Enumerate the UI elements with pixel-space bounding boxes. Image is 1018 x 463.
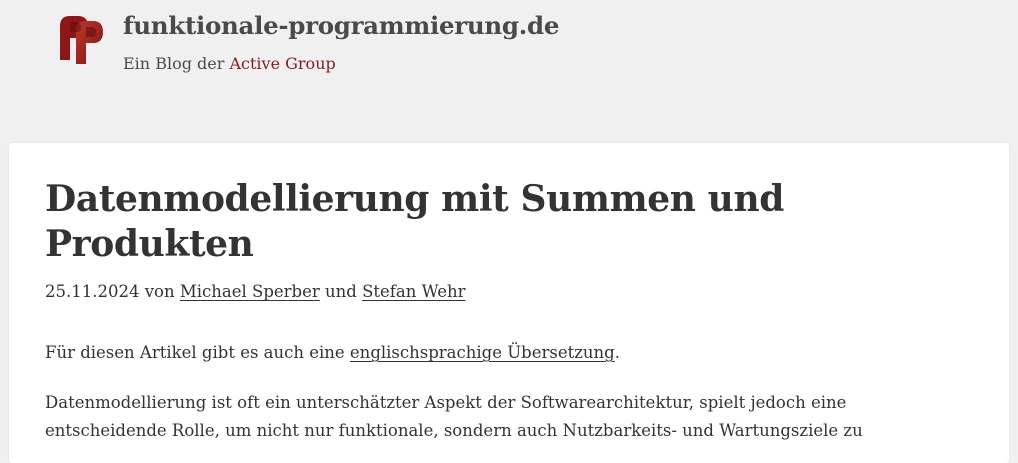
site-title[interactable]: funktionale-programmierung.de (123, 11, 559, 40)
post-date: 25.11.2024 (45, 282, 140, 301)
meta-and: und (319, 282, 363, 301)
article-card: Datenmodellierung mit Summen und Produkt… (9, 143, 1009, 463)
post-meta: 25.11.2024 von Michael Sperber und Stefa… (45, 282, 466, 301)
active-group-link[interactable]: Active Group (229, 54, 335, 73)
fp-logo-icon[interactable] (56, 14, 106, 66)
site-header: funktionale-programmierung.de Ein Blog d… (0, 0, 1018, 143)
site-subtitle: Ein Blog der Active Group (123, 54, 336, 73)
subtitle-prefix: Ein Blog der (123, 54, 230, 73)
intro-suffix: . (614, 343, 620, 362)
english-translation-link[interactable]: englischsprachige Übersetzung (350, 343, 615, 362)
author-link-michael-sperber[interactable]: Michael Sperber (180, 282, 320, 301)
page-title: Datenmodellierung mit Summen und Produkt… (45, 178, 784, 265)
author-link-stefan-wehr[interactable]: Stefan Wehr (362, 282, 465, 301)
article-paragraph: Datenmodellierung ist oft ein unterschät… (45, 393, 863, 440)
intro-prefix: Für diesen Artikel gibt es auch eine (45, 343, 350, 362)
meta-by: von (139, 282, 180, 301)
translation-notice: Für diesen Artikel gibt es auch eine eng… (45, 343, 620, 362)
